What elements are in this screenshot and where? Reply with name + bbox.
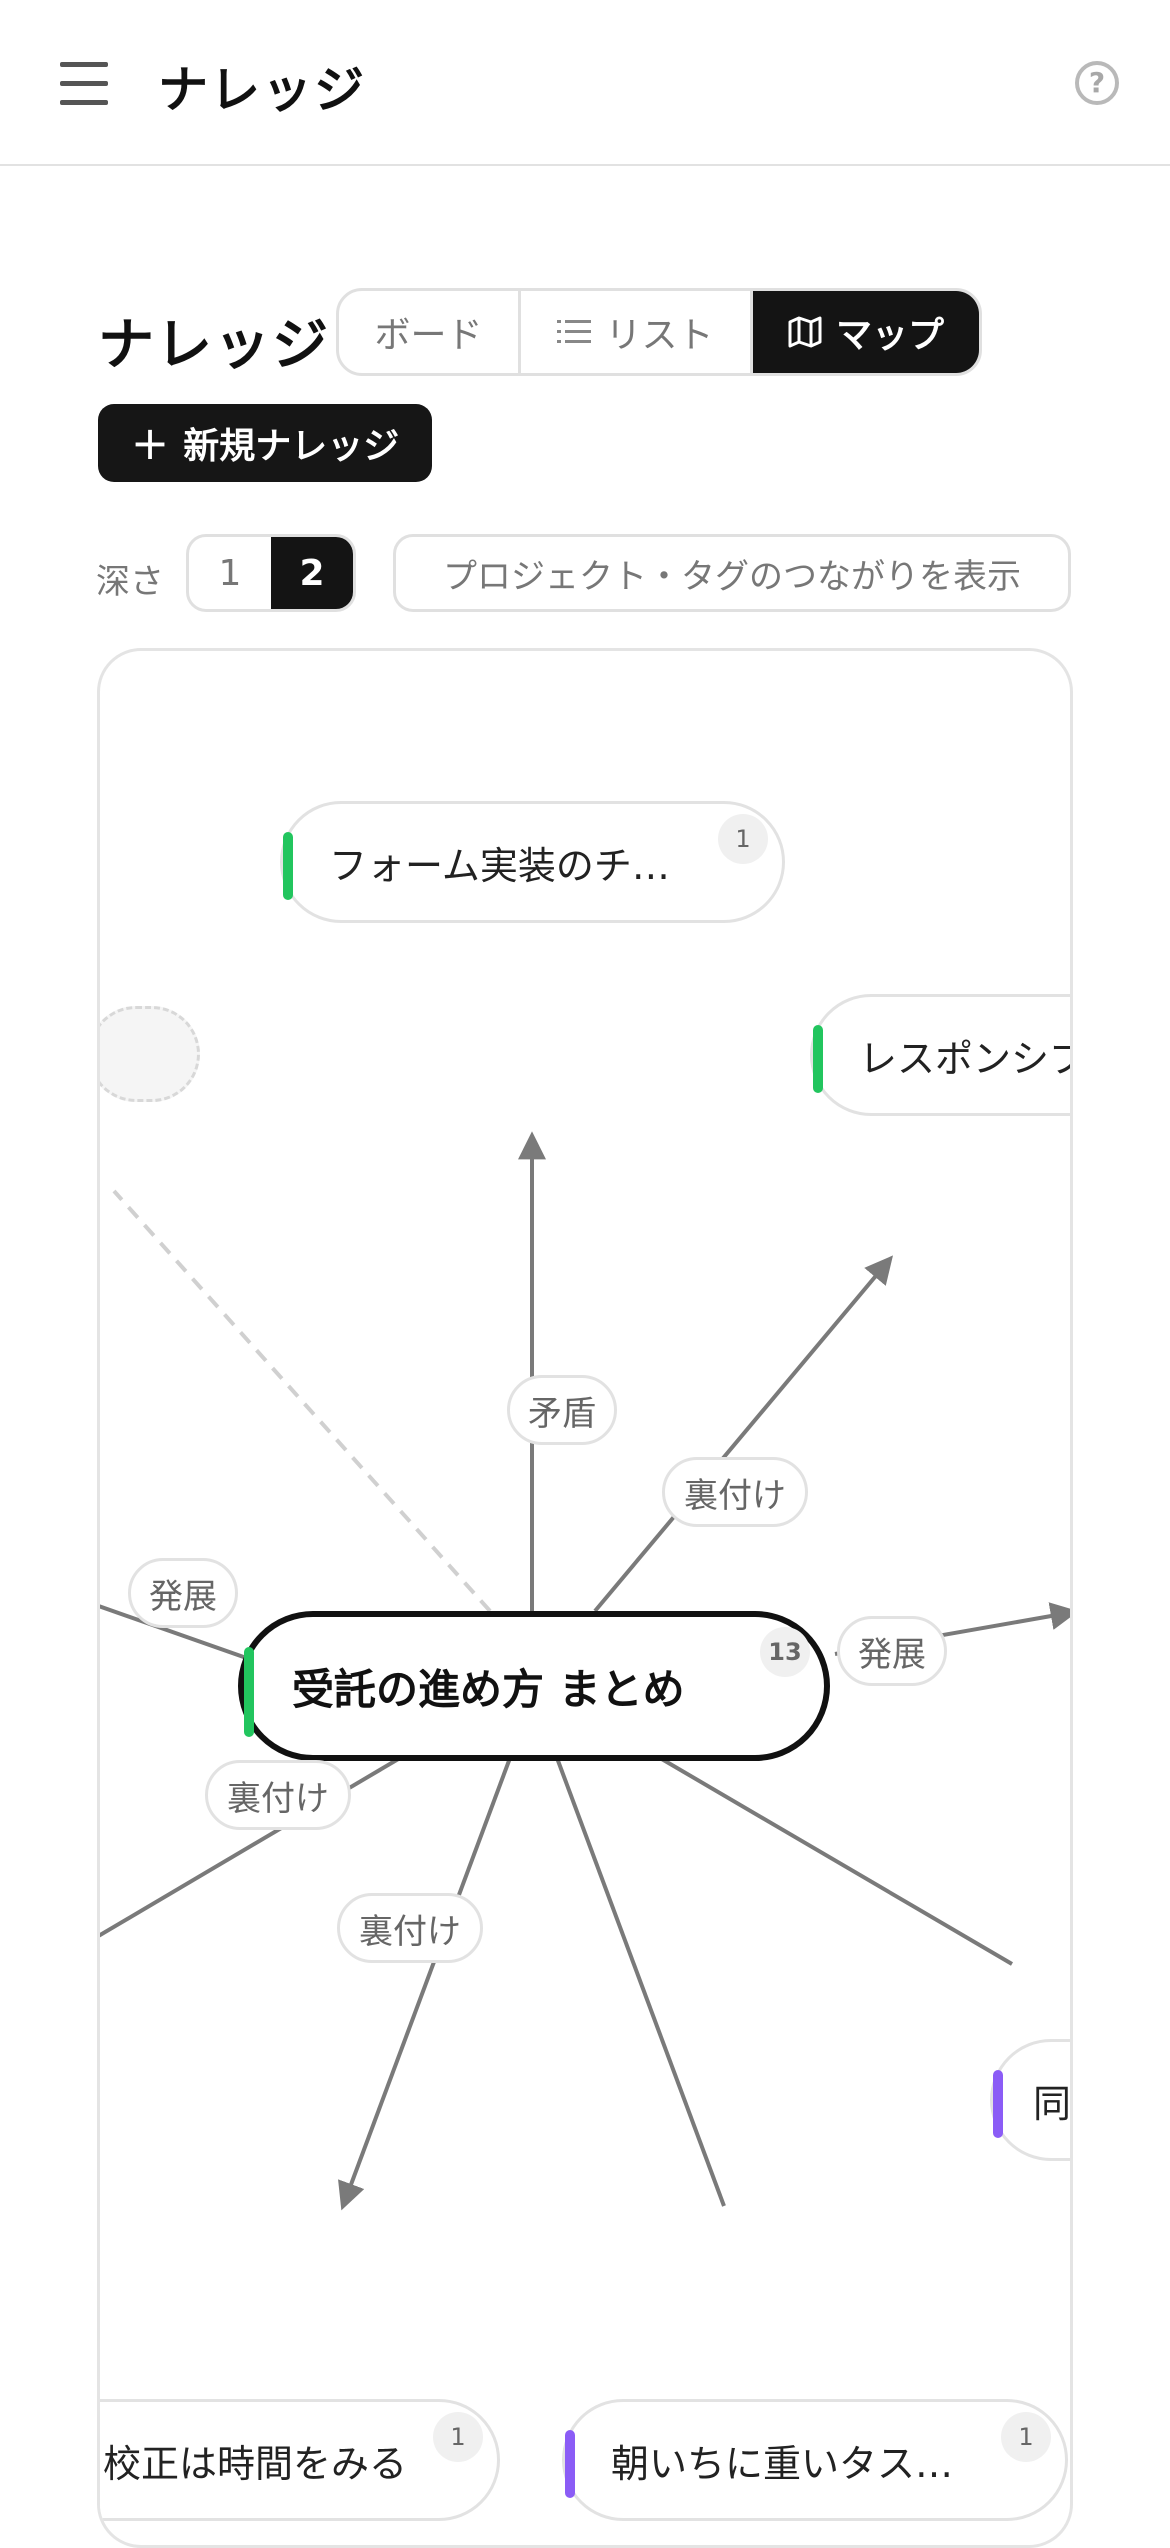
- edge-label: 矛盾: [507, 1375, 617, 1445]
- hamburger-menu-icon[interactable]: [60, 62, 110, 106]
- question-circle-icon[interactable]: ?: [1075, 61, 1119, 105]
- center-node[interactable]: 受託の進め方 まとめ 13: [238, 1611, 830, 1761]
- edge-label: 裏付け: [337, 1893, 483, 1963]
- map-edge: [593, 1255, 893, 1613]
- map-node[interactable]: 朝いちに重いタス… 1: [562, 2399, 1068, 2521]
- node-label: 朝いちに重いタス…: [611, 2441, 954, 2486]
- map-node[interactable]: フォーム実装のチ… 1: [280, 801, 785, 923]
- node-accent-bar: [813, 1025, 823, 1093]
- map-edge: [555, 1757, 726, 2207]
- depth-label: 深さ: [96, 562, 164, 602]
- map-edge: [338, 1757, 512, 2211]
- edge-label: 発展: [128, 1558, 238, 1628]
- tab-board[interactable]: ボード: [339, 291, 521, 373]
- map-icon: [788, 316, 822, 348]
- center-node-label: 受託の進め方 まとめ: [292, 1664, 685, 1714]
- tab-map-label: マップ: [835, 315, 944, 356]
- node-count-badge: 13: [760, 1627, 810, 1677]
- top-app-bar: ナレッジ ?: [0, 0, 1170, 166]
- knowledge-map[interactable]: フォーム実装のチ… 1 レスポンシブ 同 校正は時間をみる 1 朝いちに重いタス…: [97, 648, 1073, 2548]
- node-count-badge: 1: [718, 814, 768, 864]
- depth-option-1[interactable]: 1: [189, 537, 271, 609]
- tab-map[interactable]: マップ: [753, 291, 979, 373]
- depth-option-2[interactable]: 2: [271, 537, 353, 609]
- node-accent-bar: [283, 832, 293, 900]
- edge-label: 裏付け: [205, 1760, 351, 1830]
- map-edge: [658, 1756, 1014, 1966]
- map-edge: [112, 1189, 492, 1613]
- view-tabs: ボード リスト マップ: [336, 288, 982, 376]
- node-count-badge: 1: [433, 2412, 483, 2462]
- plus-icon: +: [130, 416, 170, 470]
- app-title: ナレッジ: [158, 61, 366, 119]
- new-knowledge-button[interactable]: + 新規ナレッジ: [98, 404, 432, 482]
- edge-label: 発展: [837, 1616, 947, 1686]
- node-count-badge: 1: [1001, 2412, 1051, 2462]
- collapsed-node[interactable]: [100, 1006, 200, 1102]
- node-label: フォーム実装のチ…: [329, 843, 670, 888]
- edge-label: 裏付け: [662, 1457, 808, 1527]
- list-icon: [557, 320, 592, 343]
- map-node[interactable]: 校正は時間をみる 1: [100, 2399, 500, 2521]
- new-knowledge-label: 新規ナレッジ: [183, 426, 400, 467]
- node-accent-bar: [565, 2430, 575, 2498]
- node-label: 校正は時間をみる: [103, 2441, 408, 2486]
- map-edges: [100, 1131, 1070, 2211]
- node-accent-bar: [244, 1647, 254, 1737]
- page-title: ナレッジ: [98, 313, 330, 378]
- tab-board-label: ボード: [374, 315, 483, 356]
- tab-list[interactable]: リスト: [521, 291, 753, 373]
- node-label: 同: [1033, 2081, 1072, 2126]
- depth-toggle: 1 2: [186, 534, 356, 612]
- show-connections-button[interactable]: プロジェクト・タグのつながりを表示: [393, 534, 1071, 612]
- node-label: レスポンシブ: [859, 1036, 1073, 1081]
- tab-list-label: リスト: [605, 315, 714, 356]
- map-node[interactable]: レスポンシブ: [810, 994, 1073, 1116]
- node-accent-bar: [993, 2070, 1003, 2138]
